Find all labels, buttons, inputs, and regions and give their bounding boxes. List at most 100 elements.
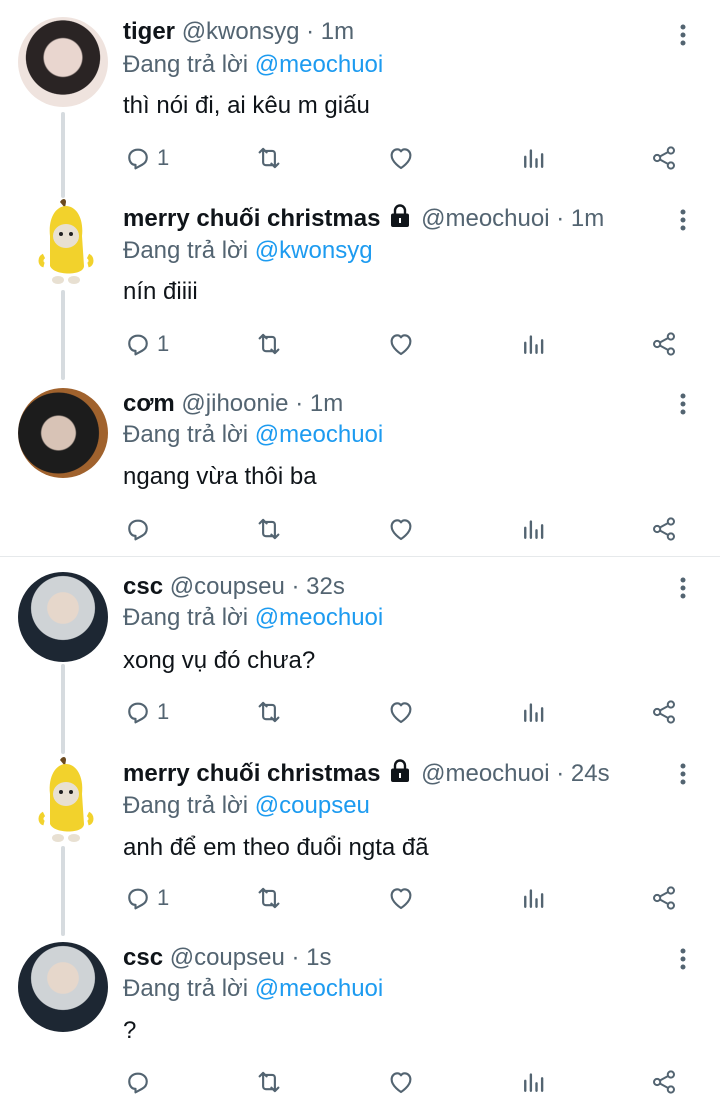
heart-icon xyxy=(390,148,412,170)
display-name[interactable]: merry chuối christmas xyxy=(123,760,380,787)
reply-button[interactable]: 1 xyxy=(123,329,169,359)
like-button[interactable] xyxy=(386,143,416,173)
display-name[interactable]: merry chuối christmas xyxy=(123,205,380,232)
retweet-button[interactable] xyxy=(253,329,285,359)
heart-icon xyxy=(390,702,412,724)
reply-button[interactable]: 1 xyxy=(123,143,169,173)
reply-icon xyxy=(128,1072,148,1094)
mention-link[interactable]: @coupseu xyxy=(255,792,370,819)
reply-prefix: Đang trả lời xyxy=(123,975,255,1002)
tweet-text: xong vụ đó chưa? xyxy=(123,647,316,674)
retweet-button[interactable] xyxy=(253,514,285,544)
share-button[interactable] xyxy=(649,514,679,544)
retweet-icon xyxy=(258,333,280,355)
mention-link[interactable]: @meochuoi xyxy=(255,975,383,1002)
share-icon xyxy=(653,886,675,910)
reply-button[interactable] xyxy=(123,514,153,544)
reply-context: Đang trả lời @meochuoi xyxy=(123,420,383,450)
retweet-icon xyxy=(258,887,280,909)
more-button[interactable] xyxy=(672,205,694,235)
reply-prefix: Đang trả lời xyxy=(123,237,255,264)
views-button[interactable] xyxy=(519,697,549,727)
display-name[interactable]: tiger xyxy=(123,18,175,45)
display-name[interactable]: csc xyxy=(123,944,163,971)
timestamp[interactable]: 1m xyxy=(310,390,343,417)
share-icon xyxy=(653,1070,675,1094)
share-button[interactable] xyxy=(649,1067,679,1097)
action-bar xyxy=(0,514,720,544)
views-button[interactable] xyxy=(519,514,549,544)
like-button[interactable] xyxy=(386,697,416,727)
views-button[interactable] xyxy=(519,143,549,173)
timestamp[interactable]: 32s xyxy=(306,573,345,600)
reply-button[interactable]: 1 xyxy=(123,697,169,727)
retweet-button[interactable] xyxy=(253,697,285,727)
tweet-header: csc @coupseu · 32s xyxy=(123,573,345,600)
handle[interactable]: @kwonsyg xyxy=(182,18,300,45)
handle[interactable]: @meochuoi xyxy=(421,760,549,787)
reply-context: Đang trả lời @coupseu xyxy=(123,791,370,821)
divider xyxy=(0,556,720,557)
share-button[interactable] xyxy=(649,329,679,359)
reply-context: Đang trả lời @meochuoi xyxy=(123,50,383,80)
reply-button[interactable]: 1 xyxy=(123,883,169,913)
more-button[interactable] xyxy=(672,944,694,974)
mention-link[interactable]: @kwonsyg xyxy=(255,237,373,264)
tweet-text: ? xyxy=(123,1017,137,1044)
avatar[interactable] xyxy=(18,942,108,1032)
mention-link[interactable]: @meochuoi xyxy=(255,604,383,631)
avatar[interactable] xyxy=(18,572,108,662)
timestamp[interactable]: 1m xyxy=(321,18,354,45)
views-button[interactable] xyxy=(519,1067,549,1097)
tweet-header: tiger @kwonsyg · 1m xyxy=(123,18,355,45)
like-button[interactable] xyxy=(386,883,416,913)
retweet-button[interactable] xyxy=(253,883,285,913)
share-button[interactable] xyxy=(649,697,679,727)
more-icon xyxy=(680,209,686,231)
avatar[interactable] xyxy=(18,17,108,107)
mention-link[interactable]: @meochuoi xyxy=(255,51,383,78)
more-icon xyxy=(680,948,686,970)
reply-count: 1 xyxy=(157,699,170,724)
action-bar xyxy=(0,1067,720,1097)
display-name[interactable]: csc xyxy=(123,573,163,600)
retweet-button[interactable] xyxy=(253,1067,285,1097)
share-button[interactable] xyxy=(649,883,679,913)
tweet-header: csc @coupseu · 1s xyxy=(123,944,332,971)
heart-icon xyxy=(390,1072,412,1094)
reply-icon xyxy=(128,702,148,724)
display-name[interactable]: cơm xyxy=(123,390,175,417)
tweet-header: cơm @jihoonie · 1m xyxy=(123,390,344,417)
like-button[interactable] xyxy=(386,514,416,544)
views-button[interactable] xyxy=(519,883,549,913)
handle[interactable]: @jihoonie xyxy=(181,390,288,417)
handle[interactable]: @coupseu xyxy=(170,944,285,971)
avatar[interactable] xyxy=(18,388,108,478)
share-button[interactable] xyxy=(649,143,679,173)
avatar[interactable] xyxy=(30,196,100,286)
retweet-icon xyxy=(258,1071,280,1093)
mention-link[interactable]: @meochuoi xyxy=(255,421,383,448)
handle[interactable]: @meochuoi xyxy=(421,205,549,232)
like-button[interactable] xyxy=(386,329,416,359)
share-icon xyxy=(653,332,675,356)
share-icon xyxy=(653,517,675,541)
more-button[interactable] xyxy=(672,389,694,419)
retweet-button[interactable] xyxy=(253,143,285,173)
views-icon xyxy=(524,703,544,722)
reply-prefix: Đang trả lời xyxy=(123,604,255,631)
timestamp[interactable]: 24s xyxy=(571,760,610,787)
more-button[interactable] xyxy=(672,573,694,603)
avatar[interactable] xyxy=(30,754,100,844)
more-button[interactable] xyxy=(672,20,694,50)
more-icon xyxy=(680,577,686,599)
timestamp[interactable]: 1m xyxy=(571,205,604,232)
more-button[interactable] xyxy=(672,759,694,789)
tweet-header: merry chuối christmas @meochuoi · 24s xyxy=(123,759,610,787)
views-button[interactable] xyxy=(519,329,549,359)
handle[interactable]: @coupseu xyxy=(170,573,285,600)
views-icon xyxy=(524,149,544,168)
timestamp[interactable]: 1s xyxy=(306,944,331,971)
reply-button[interactable] xyxy=(123,1067,153,1097)
like-button[interactable] xyxy=(386,1067,416,1097)
